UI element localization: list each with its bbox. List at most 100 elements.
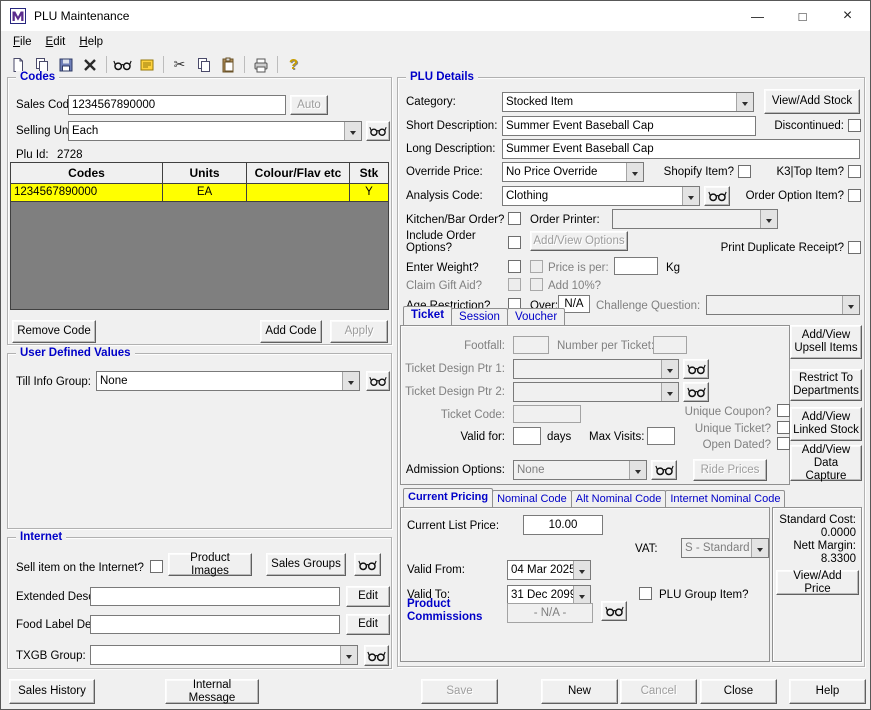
add-view-upsell-items-button[interactable]: Add/View Upsell Items bbox=[790, 325, 862, 359]
till-info-group-select[interactable]: None bbox=[96, 371, 360, 391]
enter-weight-checkbox[interactable] bbox=[508, 260, 521, 273]
binoculars-icon bbox=[707, 191, 727, 202]
extended-desc-input[interactable] bbox=[90, 587, 340, 606]
cost-margin-frame: Standard Cost: 0.0000 Nett Margin: 8.330… bbox=[772, 507, 862, 662]
valid-for-input[interactable] bbox=[513, 427, 541, 445]
print-duplicate-receipt-label: Print Duplicate Receipt? bbox=[720, 242, 844, 254]
binoculars-icon bbox=[369, 126, 387, 136]
challenge-question-select bbox=[706, 295, 860, 315]
price-is-per-input[interactable] bbox=[614, 257, 658, 275]
add-view-data-capture-button[interactable]: Add/View Data Capture bbox=[790, 444, 862, 482]
copy-button[interactable] bbox=[192, 54, 215, 76]
open-dated-checkbox[interactable] bbox=[777, 437, 790, 450]
sales-code-input[interactable] bbox=[68, 95, 286, 115]
ticket-tab-bar: Ticket Session Voucher bbox=[403, 306, 566, 325]
txgb-group-select[interactable] bbox=[90, 645, 358, 665]
paste-button[interactable] bbox=[216, 54, 239, 76]
view-add-price-button[interactable]: View/Add Price bbox=[776, 570, 859, 595]
long-description-input[interactable] bbox=[502, 139, 860, 159]
view-add-stock-button[interactable]: View/Add Stock bbox=[764, 89, 860, 114]
menu-file[interactable]: File bbox=[6, 34, 39, 50]
extended-desc-edit-button[interactable]: Edit bbox=[346, 586, 390, 607]
unique-coupon-checkbox[interactable] bbox=[777, 404, 790, 417]
plu-group-item-checkbox[interactable] bbox=[639, 587, 652, 600]
include-order-options-checkbox[interactable] bbox=[508, 236, 521, 249]
tab-ticket[interactable]: Ticket bbox=[403, 306, 453, 325]
kitchen-bar-order-checkbox[interactable] bbox=[508, 212, 521, 225]
override-price-select[interactable]: No Price Override bbox=[502, 162, 644, 182]
analysis-code-find-button[interactable] bbox=[704, 186, 730, 206]
ptr1-find-button[interactable] bbox=[683, 359, 709, 379]
table-row[interactable]: 1234567890000 EA Y bbox=[11, 184, 388, 202]
product-commissions-label: Product bbox=[407, 598, 451, 610]
shopify-item-checkbox[interactable] bbox=[738, 165, 751, 178]
cell-stk: Y bbox=[350, 184, 388, 202]
tab-alt-nominal-code[interactable]: Alt Nominal Code bbox=[570, 490, 667, 507]
food-label-desc-edit-button[interactable]: Edit bbox=[346, 614, 390, 635]
k3-top-item-checkbox[interactable] bbox=[848, 165, 861, 178]
window-controls: — □ × bbox=[735, 1, 870, 31]
discontinued-checkbox[interactable] bbox=[848, 119, 861, 132]
delete-button[interactable] bbox=[78, 54, 101, 76]
sales-history-button[interactable]: Sales History bbox=[9, 679, 95, 704]
txgb-find-button[interactable] bbox=[364, 645, 389, 666]
short-description-input[interactable] bbox=[502, 116, 756, 136]
column-header-stk: Stk bbox=[350, 163, 388, 184]
close-button[interactable]: × bbox=[825, 1, 870, 31]
food-label-desc-input[interactable] bbox=[90, 615, 340, 634]
footfall-input bbox=[513, 336, 549, 354]
restrict-to-departments-button[interactable]: Restrict To Departments bbox=[790, 369, 862, 401]
cut-button[interactable]: ✂ bbox=[168, 54, 191, 76]
tab-current-pricing[interactable]: Current Pricing bbox=[403, 488, 494, 507]
help-button[interactable]: Help bbox=[789, 679, 866, 704]
new-button[interactable]: New bbox=[541, 679, 618, 704]
help-button-toolbar[interactable]: ? bbox=[282, 54, 305, 76]
analysis-code-select[interactable]: Clothing bbox=[502, 186, 700, 206]
price-is-per-label: Price is per: bbox=[548, 262, 609, 274]
selling-unit-select[interactable]: Each bbox=[68, 121, 362, 141]
menu-help[interactable]: Help bbox=[72, 34, 110, 50]
ptr2-find-button[interactable] bbox=[683, 382, 709, 402]
tab-voucher[interactable]: Voucher bbox=[506, 308, 566, 325]
commissions-find-button[interactable] bbox=[601, 601, 627, 621]
sales-groups-button[interactable]: Sales Groups bbox=[266, 553, 346, 576]
close-button-footer[interactable]: Close bbox=[700, 679, 777, 704]
find-button-toolbar[interactable] bbox=[111, 54, 134, 76]
admission-find-button[interactable] bbox=[651, 460, 677, 480]
add-view-linked-stock-button[interactable]: Add/View Linked Stock bbox=[790, 407, 862, 441]
till-info-find-button[interactable] bbox=[366, 371, 390, 391]
add-10-percent-label: Add 10%? bbox=[548, 280, 602, 292]
selling-unit-find-button[interactable] bbox=[366, 121, 390, 141]
override-price-label: Override Price: bbox=[406, 166, 483, 178]
order-option-item-checkbox[interactable] bbox=[848, 189, 861, 202]
column-header-units: Units bbox=[163, 163, 247, 184]
internal-message-button[interactable]: Internal Message bbox=[165, 679, 259, 704]
category-select[interactable]: Stocked Item bbox=[502, 92, 754, 112]
tab-nominal-code[interactable]: Nominal Code bbox=[492, 490, 572, 507]
print-button[interactable] bbox=[249, 54, 272, 76]
unique-ticket-checkbox[interactable] bbox=[777, 421, 790, 434]
nett-margin-value: 8.3300 bbox=[820, 553, 856, 565]
price-label-icon bbox=[140, 59, 153, 70]
valid-from-select[interactable]: 04 Mar 2025 bbox=[507, 560, 591, 580]
minimize-button[interactable]: — bbox=[735, 1, 780, 31]
current-list-price-input[interactable] bbox=[523, 515, 603, 535]
vat-label: VAT: bbox=[635, 543, 658, 555]
remove-code-button[interactable]: Remove Code bbox=[12, 320, 96, 343]
chevron-down-icon bbox=[751, 539, 768, 557]
print-duplicate-receipt-checkbox[interactable] bbox=[848, 241, 861, 254]
add-code-button[interactable]: Add Code bbox=[260, 320, 322, 343]
window-title: PLU Maintenance bbox=[34, 9, 130, 23]
tab-session[interactable]: Session bbox=[451, 308, 508, 325]
admission-options-label: Admission Options: bbox=[405, 464, 505, 476]
ticket-design-ptr1-select bbox=[513, 359, 679, 379]
valid-to-select[interactable]: 31 Dec 2099 bbox=[507, 585, 591, 605]
tab-internet-nominal-code[interactable]: Internet Nominal Code bbox=[665, 490, 786, 507]
sell-online-checkbox[interactable] bbox=[150, 560, 163, 573]
auto-button: Auto bbox=[290, 95, 328, 115]
price-label-button[interactable] bbox=[135, 54, 158, 76]
maximize-button[interactable]: □ bbox=[780, 1, 825, 31]
menu-edit[interactable]: Edit bbox=[39, 34, 73, 50]
internet-find-button[interactable] bbox=[354, 553, 381, 576]
product-images-button[interactable]: Product Images bbox=[168, 552, 252, 577]
